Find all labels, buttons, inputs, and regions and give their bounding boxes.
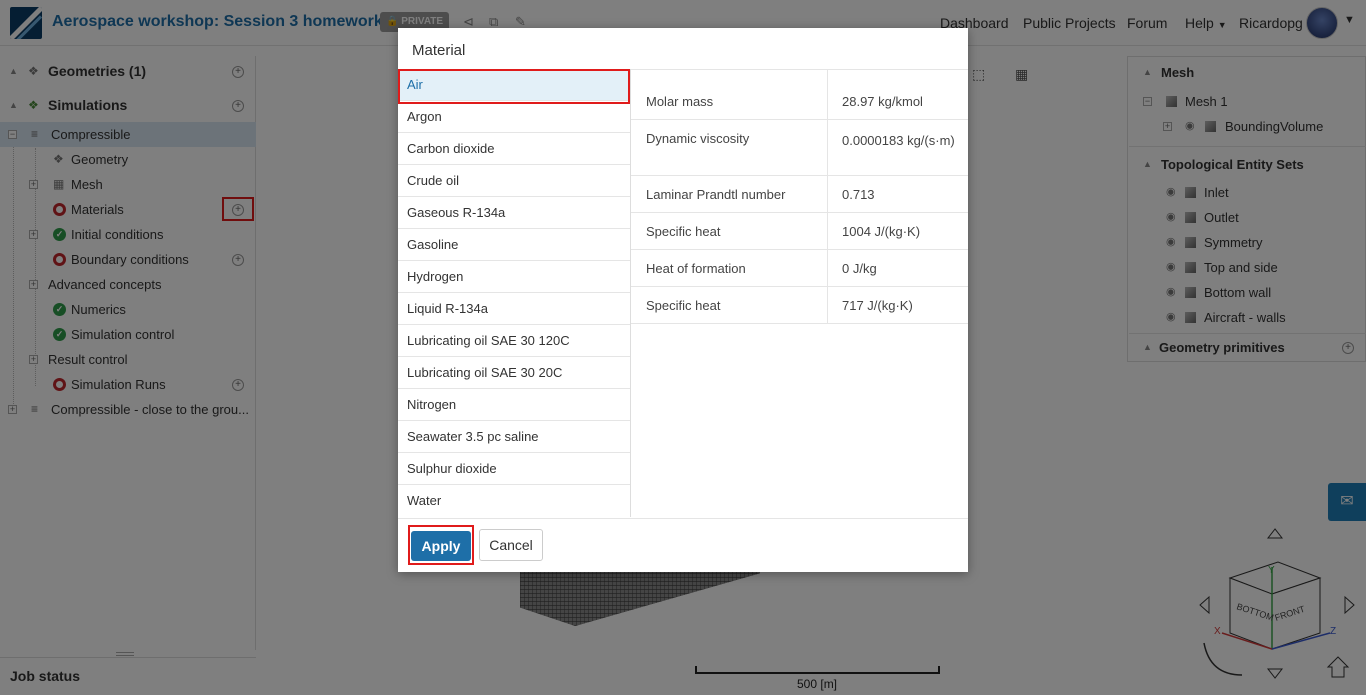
material-item[interactable]: Lubricating oil SAE 30 20C bbox=[398, 357, 630, 389]
property-row: Heat of formation 0 J/kg bbox=[631, 250, 968, 287]
material-item[interactable]: Liquid R-134a bbox=[398, 293, 630, 325]
material-item[interactable]: Seawater 3.5 pc saline bbox=[398, 421, 630, 453]
material-item[interactable]: Lubricating oil SAE 30 120C bbox=[398, 325, 630, 357]
material-properties: Molar mass 28.97 kg/kmol Dynamic viscosi… bbox=[631, 69, 968, 517]
material-item[interactable]: Carbon dioxide bbox=[398, 133, 630, 165]
dialog-title: Material bbox=[412, 42, 466, 59]
material-item[interactable]: Gasoline bbox=[398, 229, 630, 261]
property-row: Specific heat 1004 J/(kg·K) bbox=[631, 213, 968, 250]
material-item[interactable]: Argon bbox=[398, 101, 630, 133]
property-row: Molar mass 28.97 kg/kmol bbox=[631, 69, 968, 120]
material-item[interactable]: Hydrogen bbox=[398, 261, 630, 293]
cancel-button[interactable]: Cancel bbox=[479, 529, 543, 561]
material-dialog: Material Air Argon Carbon dioxide Crude … bbox=[398, 28, 968, 572]
property-row: Dynamic viscosity 0.0000183 kg/(s·m) bbox=[631, 120, 968, 176]
material-item[interactable]: Gaseous R-134a bbox=[398, 197, 630, 229]
material-list: Air Argon Carbon dioxide Crude oil Gaseo… bbox=[398, 69, 631, 517]
material-item[interactable]: Crude oil bbox=[398, 165, 630, 197]
material-item[interactable]: Water bbox=[398, 485, 630, 517]
property-row: Laminar Prandtl number 0.713 bbox=[631, 176, 968, 213]
material-item[interactable]: Nitrogen bbox=[398, 389, 630, 421]
highlight-box bbox=[398, 69, 630, 104]
divider bbox=[827, 69, 828, 324]
property-row: Specific heat 717 J/(kg·K) bbox=[631, 287, 968, 324]
divider bbox=[398, 518, 968, 519]
highlight-box bbox=[408, 525, 474, 565]
material-item[interactable]: Sulphur dioxide bbox=[398, 453, 630, 485]
